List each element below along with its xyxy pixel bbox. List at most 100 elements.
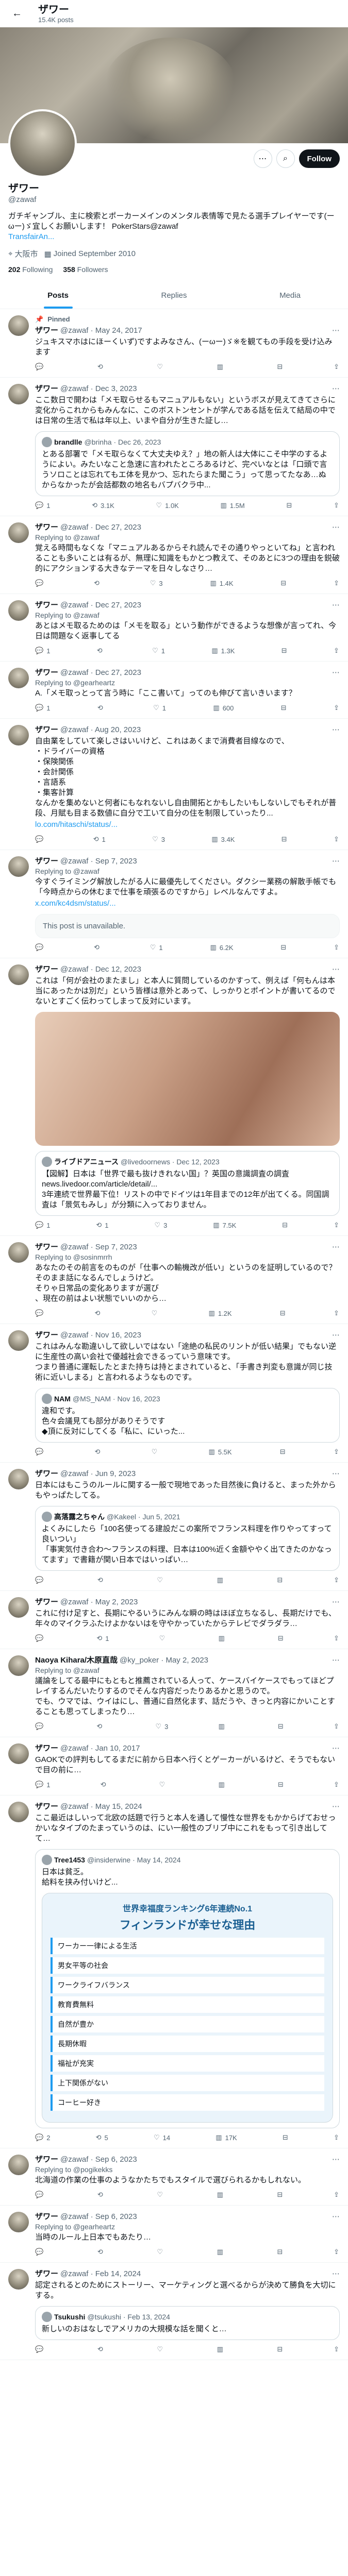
views-button[interactable]: ▥ 1.3K [211,647,235,655]
like-button[interactable]: ♡ 3 [154,1221,167,1229]
views-button[interactable]: ▥ 1.4K [210,579,233,587]
reply-button[interactable]: 💬 [35,943,46,952]
reply-to[interactable]: Replying to @zawaf [35,611,340,620]
tweet[interactable]: ザワー @zawaf · Dec 27, 2023 ⋯ Replying to @za… [0,594,348,662]
bookmark-button[interactable]: ⊟ [280,1448,286,1456]
followers-count[interactable]: 358 Followers [63,265,108,274]
tweet-handle-date[interactable]: @zawaf · Jun 9, 2023 [60,1469,136,1479]
tweet-author-name[interactable]: ザワー [35,2155,58,2165]
reply-button[interactable]: 💬 1 [35,647,50,655]
like-button[interactable]: ♡ [157,363,166,371]
tweet-more-icon[interactable]: ⋯ [332,1655,340,1666]
tweet-author-name[interactable]: ザワー [35,725,58,735]
retweet-button[interactable]: ⟲ 1 [96,1221,108,1229]
tweet[interactable]: ザワー @zawaf · May 2, 2023 ⋯ これに付け足すと、長期にやるいう… [0,1591,348,1649]
tweet-handle-date[interactable]: @zawaf · Sep 7, 2023 [60,856,137,867]
views-button[interactable]: ▥ 6.2K [210,943,233,952]
bookmark-button[interactable]: ⊟ [277,2191,283,2199]
reply-button[interactable]: 💬 1 [35,704,50,712]
quoted-tweet[interactable]: 高落露之ちゃん @Kakeel · Jun 5, 2021 よくみにしたら「100名… [35,1506,340,1571]
tweet-more-icon[interactable]: ⋯ [332,2269,340,2279]
retweet-button[interactable]: ⟲ [97,1576,106,1584]
retweet-button[interactable]: ⟲ [101,1781,109,1789]
bookmark-button[interactable]: ⊟ [281,704,287,712]
tweet-author-name[interactable]: ザワー [35,668,58,678]
like-button[interactable]: ♡ [157,2345,166,2353]
quoted-tweet[interactable]: brandlle @brinha · Dec 26, 2023 とある部署で「メモ取… [35,431,340,496]
reply-button[interactable]: 💬 [35,363,46,371]
share-button[interactable]: ⇪ [334,2191,339,2199]
tweet[interactable]: ザワー @zawaf · Sep 6, 2023 ⋯ Replying to @gea… [0,2206,348,2263]
tweet-author-name[interactable]: ザワー [35,2269,58,2279]
tweet-avatar[interactable] [8,1469,29,1489]
tweet-handle-date[interactable]: @zawaf · Feb 14, 2024 [60,2269,141,2279]
tweet-handle-date[interactable]: @zawaf · Aug 20, 2023 [60,725,141,735]
reply-to[interactable]: Replying to @pogikekks [35,2165,340,2174]
tweet-avatar[interactable] [8,1743,29,1764]
reply-button[interactable]: 💬 [35,835,46,843]
tweet-avatar[interactable] [8,315,29,336]
tweet-more-icon[interactable]: ⋯ [332,856,340,867]
follow-button[interactable]: Follow [299,149,340,168]
share-button[interactable]: ⇪ [334,1309,339,1317]
views-button[interactable]: ▥ 5.5K [209,1448,232,1456]
following-count[interactable]: 202 Following [8,265,53,274]
tweet-handle-date[interactable]: @zawaf · Dec 27, 2023 [60,668,141,678]
bookmark-button[interactable]: ⊟ [280,943,286,952]
tweet-more-icon[interactable]: ⋯ [332,2155,340,2165]
tweet[interactable]: ザワー @zawaf · Jun 9, 2023 ⋯ 日本にはもこうのルールに関する一… [0,1463,348,1591]
like-button[interactable]: ♡ [152,1448,161,1456]
share-button[interactable]: ⇪ [334,943,339,952]
bookmark-button[interactable]: ⊟ [283,2133,288,2142]
reply-button[interactable]: 💬 2 [35,2133,50,2142]
reply-button[interactable]: 💬 [35,1576,46,1584]
tweet-more-icon[interactable]: ⋯ [332,1802,340,1812]
tweet-more-icon[interactable]: ⋯ [332,1330,340,1341]
profile-link[interactable]: TransfairAn... [8,232,340,242]
like-button[interactable]: ♡ 3 [155,1722,168,1731]
views-button[interactable]: ▥ 7.5K [213,1221,236,1229]
like-button[interactable]: ♡ 1.0K [156,501,178,510]
tweet-more-icon[interactable]: ⋯ [332,725,340,735]
reply-button[interactable]: 💬 [35,2345,46,2353]
like-button[interactable]: ♡ 3 [150,579,163,587]
tweet-author-name[interactable]: ザワー [35,600,58,611]
tweet[interactable]: ザワー @zawaf · Dec 27, 2023 ⋯ Replying to @ge… [0,662,348,719]
retweet-button[interactable]: ⟲ 1 [96,1634,109,1642]
like-button[interactable]: ♡ 1 [150,943,163,952]
tweet-more-icon[interactable]: ⋯ [332,1743,340,1754]
tweet-avatar[interactable] [8,1655,29,1676]
share-button[interactable]: ⇪ [334,835,339,843]
like-button[interactable]: ♡ 14 [154,2133,170,2142]
reply-button[interactable]: 💬 1 [35,1221,50,1229]
tweet[interactable]: ザワー @zawaf · May 15, 2024 ⋯ ここ最近はしいって北欧の話題で… [0,1795,348,2148]
share-button[interactable]: ⇪ [334,1221,339,1229]
retweet-button[interactable]: ⟲ [94,1309,103,1317]
views-button[interactable]: ▥ [219,1634,228,1642]
views-button[interactable]: ▥ 17K [216,2133,237,2142]
reply-button[interactable]: 💬 [35,1722,46,1731]
tweet-avatar[interactable] [8,964,29,985]
bookmark-button[interactable]: ⊟ [286,501,292,510]
share-button[interactable]: ⇪ [334,704,339,712]
tweet[interactable]: ザワー @zawaf · Dec 12, 2023 ⋯ これは「何が会社のまたまし」と… [0,958,348,1236]
tweet-avatar[interactable] [8,600,29,621]
views-button[interactable]: ▥ 1.5M [221,501,245,510]
tweet-link[interactable]: lo.com/hitaschi/status/... [35,820,118,829]
tweet-more-icon[interactable]: ⋯ [332,326,340,336]
retweet-button[interactable]: ⟲ [96,1722,105,1731]
share-button[interactable]: ⇪ [334,579,339,587]
views-button[interactable]: ▥ 3.4K [211,835,235,843]
bookmark-button[interactable]: ⊟ [278,1781,284,1789]
share-button[interactable]: ⇪ [334,2248,339,2256]
tweet-avatar[interactable] [8,1802,29,1822]
tweet-handle-date[interactable]: @zawaf · Dec 3, 2023 [60,384,137,394]
tweet-author-name[interactable]: ザワー [35,522,58,533]
tweet[interactable]: ザワー @zawaf · Nov 16, 2023 ⋯ これはみんな勘違いして欲しいで… [0,1324,348,1463]
reply-button[interactable]: 💬 [35,1448,46,1456]
tweet-author-name[interactable]: ザワー [35,964,58,975]
bookmark-button[interactable]: ⊟ [280,1309,286,1317]
tweet-author-name[interactable]: ザワー [35,326,58,336]
retweet-button[interactable]: ⟲ [94,579,103,587]
views-button[interactable]: ▥ [219,1781,228,1789]
